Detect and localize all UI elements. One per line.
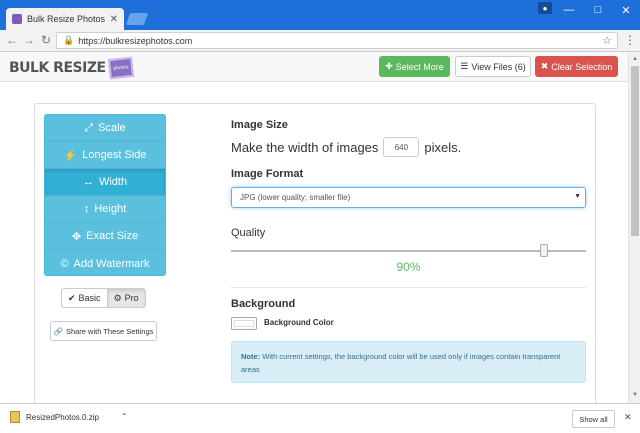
share-settings-button[interactable]: 🔗 Share with These Settings [50,321,157,341]
resize-mode-nav: ⤢ Scale ⚡ Longest Side ↔ Width ↕ Height … [44,114,166,276]
page-scrollbar[interactable]: ▲ ▼ [628,52,640,403]
url-text: https://bulkresizephotos.com [78,35,193,46]
image-format-heading: Image Format [231,168,304,180]
mode-pro-label: Pro [124,293,139,303]
logo-text: BULK RESIZE [9,60,106,76]
back-icon[interactable]: ← [5,33,19,47]
vertical-arrows-icon: ↕ [83,203,90,215]
format-select[interactable]: JPG (lower quality; smaller file) ▼ [231,187,586,208]
menu-icon[interactable]: ⋮ [624,33,636,47]
reload-icon[interactable]: ↻ [39,33,53,47]
quality-slider[interactable] [231,250,586,252]
gear-icon: ⚙ [113,292,122,303]
note-label: Note: [241,352,261,361]
nav-item-exact-size[interactable]: ✥ Exact Size [45,223,165,250]
nav-item-label: Scale [98,122,126,134]
quality-label: Quality [231,227,266,239]
check-circle-icon: ✔ [68,292,76,303]
image-size-heading: Image Size [231,119,288,131]
move-icon: ✥ [71,230,82,243]
caret-down-icon: ▼ [574,193,581,200]
background-note: Note: With current settings, the backgro… [231,341,586,383]
browser-tab[interactable]: Bulk Resize Photos ✕ [6,8,124,30]
nav-item-label: Longest Side [82,149,147,161]
mode-toggle: ✔ Basic ⚙ Pro [61,288,146,308]
nav-item-width[interactable]: ↔ Width [45,169,165,196]
browser-titlebar: Bulk Resize Photos ✕ ● — □ ✕ [0,0,640,30]
link-icon: 🔗 [53,326,63,336]
section-divider [231,287,586,288]
select-more-label: Select More [395,61,444,72]
zip-file-icon [10,411,20,423]
tab-close-icon[interactable]: ✕ [110,14,118,25]
view-files-label: View Files (6) [471,61,526,72]
logo-badge: photos [107,56,134,80]
view-files-button[interactable]: ☰ View Files (6) [455,56,531,77]
size-row: Make the width of images 640 pixels. [231,137,461,157]
download-file-name: ResizedPhotos.0.zip [26,412,99,422]
mode-basic-button[interactable]: ✔ Basic [61,288,108,308]
app-header: BULK RESIZE photos ✚ Select More ☰ View … [0,52,628,82]
address-bar[interactable]: 🔒 https://bulkresizephotos.com ☆ [56,32,618,49]
note-text: With current settings, the background co… [241,352,561,374]
user-icon[interactable]: ● [538,2,552,14]
nav-item-height[interactable]: ↕ Height [45,196,165,223]
browser-toolbar: ← → ↻ 🔒 https://bulkresizephotos.com ☆ ⋮ [0,30,640,52]
chevron-up-icon[interactable]: ⌃ [121,412,128,421]
close-icon: ✖ [540,61,549,71]
format-select-value: JPG (lower quality; smaller file) [240,193,351,202]
minimize-icon[interactable]: — [555,0,583,20]
nav-item-longest-side[interactable]: ⚡ Longest Side [45,142,165,169]
site-logo[interactable]: BULK RESIZE photos [9,56,134,80]
scrollbar-thumb[interactable] [631,66,639,236]
nav-item-label: Width [98,176,128,188]
background-color-swatch[interactable] [231,317,257,330]
nav-item-label: Add Watermark [73,257,150,270]
mode-pro-button[interactable]: ⚙ Pro [107,288,146,308]
scroll-down-icon[interactable]: ▼ [630,390,640,400]
horizontal-arrows-icon: ↔ [82,176,94,188]
tab-title: Bulk Resize Photos [27,14,106,24]
copyright-icon: © [60,257,69,270]
background-color-label: Background Color [264,318,334,327]
show-all-button[interactable]: Show all [572,410,615,428]
plus-icon: ✚ [385,61,393,71]
close-window-icon[interactable]: ✕ [612,0,640,20]
nav-item-scale[interactable]: ⤢ Scale [45,115,165,142]
maximize-icon[interactable]: □ [584,0,612,20]
size-suffix-text: pixels. [424,139,462,155]
download-item[interactable]: ResizedPhotos.0.zip [10,411,99,423]
close-download-bar-icon[interactable]: ✕ [624,412,632,423]
clear-selection-button[interactable]: ✖ Clear Selection [535,56,618,77]
bolt-icon: ⚡ [63,149,78,162]
share-settings-label: Share with These Settings [65,326,154,336]
background-heading: Background [231,298,296,310]
clear-selection-label: Clear Selection [551,61,613,72]
nav-item-label: Exact Size [86,230,139,242]
quality-slider-handle[interactable] [540,244,549,257]
nav-item-label: Height [94,203,127,215]
scroll-up-icon[interactable]: ▲ [630,54,640,64]
site-favicon-icon [12,14,22,24]
nav-item-add-watermark[interactable]: © Add Watermark [45,250,165,275]
mode-basic-label: Basic [78,293,101,303]
download-bar: ResizedPhotos.0.zip ⌃ Show all ✕ [0,403,640,433]
select-more-button[interactable]: ✚ Select More [379,56,450,77]
scale-icon: ⤢ [84,121,94,134]
list-icon: ☰ [460,61,469,71]
new-tab-button[interactable] [125,13,149,25]
star-icon[interactable]: ☆ [602,34,612,47]
size-prefix-text: Make the width of images [231,139,379,155]
quality-value: 90% [396,260,421,274]
forward-icon[interactable]: → [22,33,36,47]
width-input[interactable]: 640 [383,137,420,157]
lock-icon: 🔒 [63,35,75,45]
